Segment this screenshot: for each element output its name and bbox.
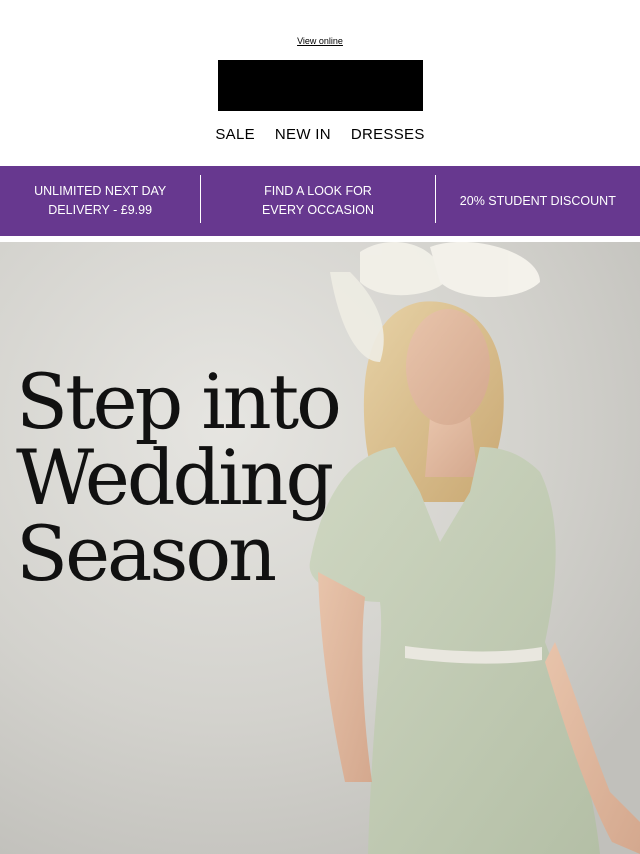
- usp-find-look-line2: EVERY OCCASION: [261, 203, 375, 217]
- usp-banner: UNLIMITED NEXT DAY DELIVERY - £9.99 FIND…: [0, 166, 640, 236]
- usp-find-look-line1: FIND A LOOK FOR: [264, 184, 372, 198]
- view-online-link[interactable]: View online: [0, 36, 640, 46]
- hero-headline-line1: Step into: [16, 357, 342, 446]
- nav-item-new-in[interactable]: NEW IN: [265, 126, 341, 143]
- brand-logo[interactable]: [218, 60, 423, 111]
- hero-headline: Step into Wedding Season: [16, 364, 346, 592]
- usp-find-look[interactable]: FIND A LOOK FOR EVERY OCCASION: [201, 166, 434, 236]
- hero-image[interactable]: Step into Wedding Season: [0, 242, 640, 854]
- usp-student-discount-label: 20% STUDENT DISCOUNT: [459, 193, 616, 208]
- usp-delivery[interactable]: UNLIMITED NEXT DAY DELIVERY - £9.99: [0, 166, 200, 236]
- usp-delivery-line1: UNLIMITED NEXT DAY: [34, 184, 167, 198]
- email-header: View online SALE NEW IN DRESSES: [0, 0, 640, 166]
- neck-shape: [425, 417, 478, 477]
- face-shape: [406, 309, 490, 425]
- hero-headline-line3: Season: [16, 509, 277, 598]
- nav-item-dresses[interactable]: DRESSES: [341, 126, 435, 143]
- usp-student-discount[interactable]: 20% STUDENT DISCOUNT: [436, 166, 640, 236]
- nav-item-sale[interactable]: SALE: [205, 126, 265, 143]
- main-nav: SALE NEW IN DRESSES: [0, 126, 640, 143]
- usp-delivery-line2: DELIVERY - £9.99: [48, 203, 153, 217]
- hero-headline-line2: Wedding: [16, 433, 334, 522]
